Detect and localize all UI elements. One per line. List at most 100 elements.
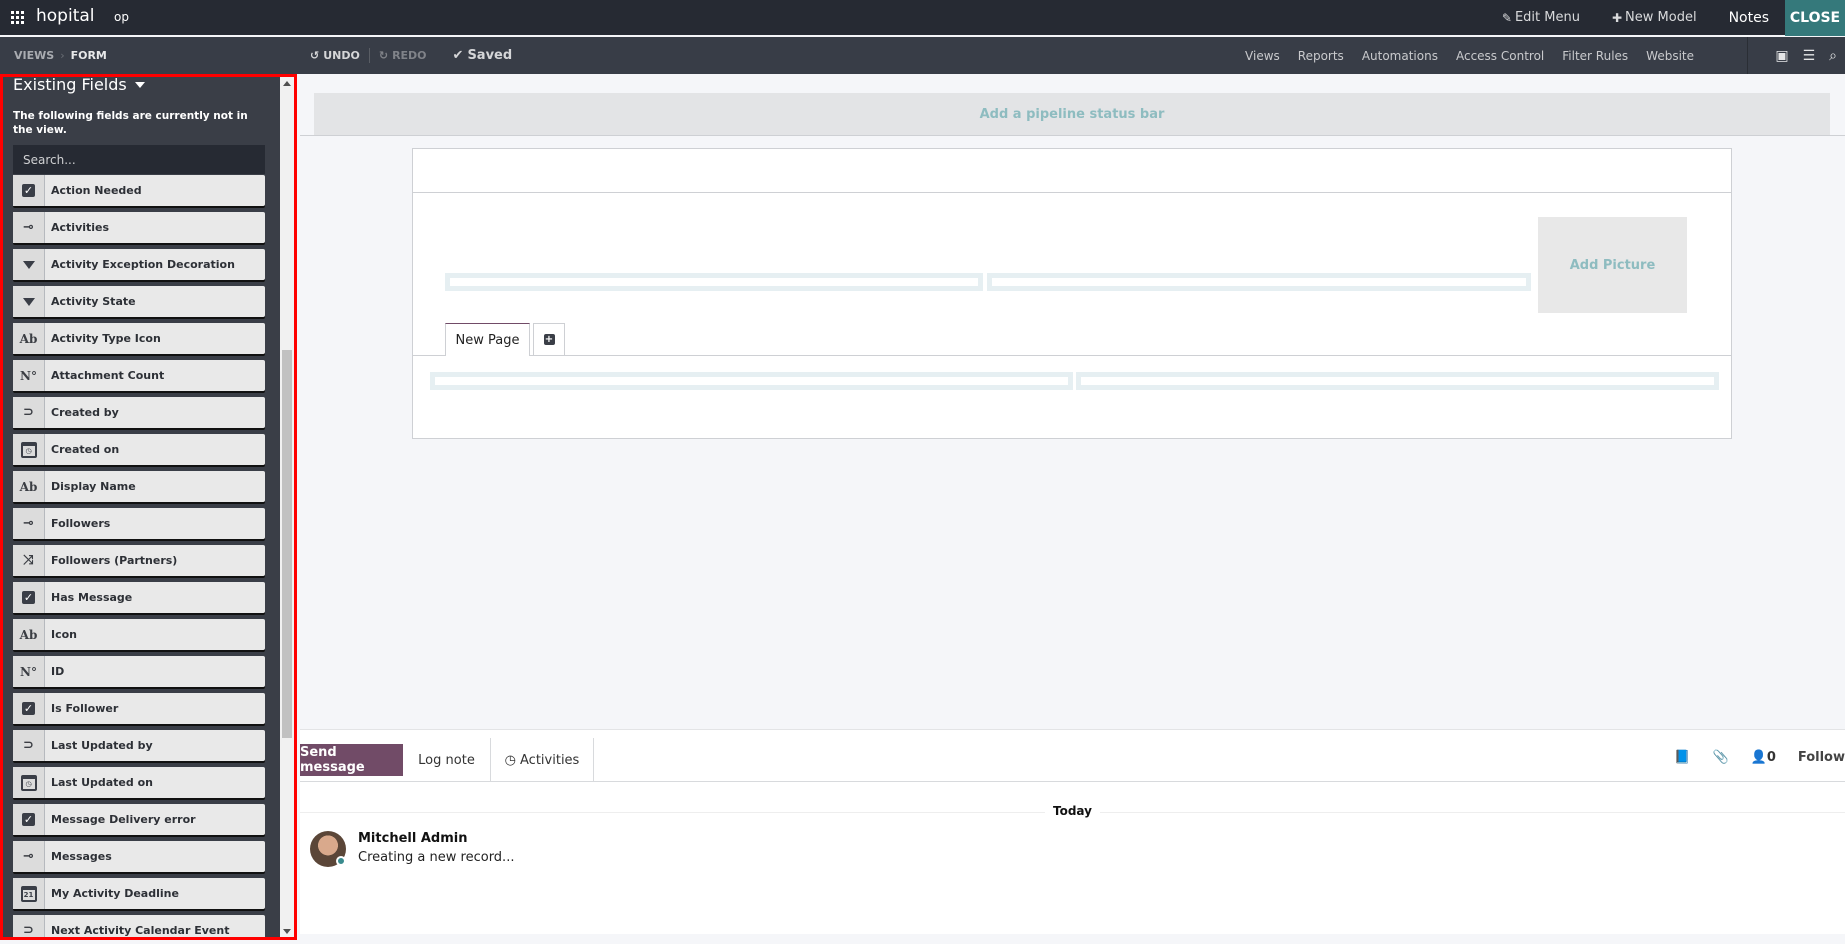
date-separator: Today — [1045, 804, 1100, 818]
field-item[interactable]: ⊸ Activities — [13, 212, 265, 243]
scrollbar-thumb[interactable] — [282, 350, 292, 738]
field-dropzone[interactable] — [445, 273, 983, 291]
nav-views[interactable]: Views — [1236, 49, 1289, 63]
notes-button[interactable]: Notes — [1713, 0, 1785, 35]
follow-button[interactable]: Follow — [1798, 750, 1845, 765]
app-title[interactable]: hopital — [36, 6, 95, 26]
breadcrumb: VIEWS › FORM — [14, 49, 107, 62]
field-label: Activity State — [51, 295, 136, 308]
breadcrumb-form: FORM — [70, 49, 107, 62]
chatter: Send message Log note ◷ Activities 📘 📎 👤… — [300, 729, 1845, 934]
online-status-icon — [336, 856, 346, 866]
field-item[interactable]: ✓ Message Delivery error — [13, 804, 265, 835]
field-item[interactable]: ⊸ Messages — [13, 841, 265, 872]
field-label: Created on — [51, 443, 120, 456]
field-item[interactable]: Activity State — [13, 286, 265, 317]
nav-automations[interactable]: Automations — [1353, 49, 1447, 63]
redo-button[interactable]: ↻ REDO — [379, 49, 427, 62]
one2many-icon: ⊸ — [13, 508, 45, 539]
field-label: Has Message — [51, 591, 133, 604]
divider — [300, 781, 1845, 782]
field-label: ID — [51, 665, 65, 678]
redo-icon: ↻ — [378, 49, 389, 62]
nav-reports[interactable]: Reports — [1289, 49, 1353, 63]
existing-fields-toggle[interactable]: Existing Fields — [13, 75, 145, 94]
field-item[interactable]: 21 My Activity Deadline — [13, 878, 265, 909]
clock-icon: ◷ — [504, 752, 517, 768]
integer-icon: N° — [13, 656, 45, 687]
existing-fields-sidebar: Existing Fields The following fields are… — [0, 74, 297, 940]
field-item[interactable]: ⊃ Last Updated by — [13, 730, 265, 761]
knowledge-book-icon[interactable]: 📘 — [1674, 750, 1690, 765]
add-pipeline-status-bar[interactable]: Add a pipeline status bar — [314, 93, 1830, 135]
close-button[interactable]: CLOSE — [1785, 0, 1845, 36]
field-item[interactable]: ✓ Is Follower — [13, 693, 265, 724]
selection-icon — [13, 286, 45, 317]
text-icon: Ab — [13, 619, 45, 650]
field-search-input[interactable] — [13, 145, 265, 174]
field-item[interactable]: Ab Display Name — [13, 471, 265, 502]
field-item[interactable]: N° ID — [13, 656, 265, 687]
scroll-down-icon[interactable] — [283, 929, 291, 934]
field-dropzone[interactable] — [430, 372, 1073, 390]
divider — [413, 192, 1731, 193]
tab-new-page[interactable]: New Page — [445, 323, 530, 356]
field-item[interactable]: ✓ Action Needed — [13, 175, 265, 206]
list-view-icon[interactable]: ☰ — [1803, 48, 1816, 64]
add-tab-button[interactable]: + — [533, 323, 565, 355]
field-item[interactable]: ✓ Has Message — [13, 582, 265, 613]
field-dropzone[interactable] — [1076, 372, 1719, 390]
edit-menu-label: Edit Menu — [1514, 10, 1580, 25]
field-item[interactable]: ⊃ Next Activity Calendar Event — [13, 915, 265, 937]
field-label: Last Updated on — [51, 776, 153, 789]
sidebar-title: Existing Fields — [13, 75, 127, 94]
field-item[interactable]: Ab Activity Type Icon — [13, 323, 265, 354]
search-icon[interactable]: ⌕ — [1829, 48, 1837, 64]
new-model-button[interactable]: ✚ New Model — [1596, 0, 1713, 35]
field-label: Icon — [51, 628, 78, 641]
followers-button[interactable]: 👤0 — [1751, 750, 1776, 765]
paperclip-icon[interactable]: 📎 — [1712, 750, 1728, 765]
follower-count: 0 — [1766, 750, 1776, 765]
nav-filter-rules[interactable]: Filter Rules — [1553, 49, 1637, 63]
undo-icon: ↺ — [310, 49, 320, 62]
apps-menu-icon[interactable] — [11, 11, 24, 24]
field-label: Display Name — [51, 480, 136, 493]
scroll-up-icon[interactable] — [283, 81, 291, 86]
message-body: Creating a new record... — [358, 850, 515, 865]
field-item[interactable]: N° Attachment Count — [13, 360, 265, 391]
edit-menu-button[interactable]: ✎ Edit Menu — [1486, 0, 1596, 35]
checkbox-icon: ✓ — [13, 693, 45, 724]
one2many-icon: ⊸ — [13, 212, 45, 243]
new-model-label: New Model — [1625, 10, 1697, 25]
breadcrumb-views[interactable]: VIEWS — [14, 49, 54, 62]
checkbox-icon: ✓ — [13, 582, 45, 613]
nav-website[interactable]: Website — [1637, 49, 1703, 63]
field-label: Followers (Partners) — [51, 554, 178, 567]
add-picture-button[interactable]: Add Picture — [1538, 217, 1687, 313]
activities-button[interactable]: ◷ Activities — [490, 738, 594, 782]
send-message-button[interactable]: Send message — [300, 744, 403, 776]
caret-down-icon — [134, 81, 145, 88]
field-item[interactable]: ⊃ Created by — [13, 397, 265, 428]
text-icon: Ab — [13, 323, 45, 354]
field-dropzone[interactable] — [987, 273, 1531, 291]
selection-icon — [13, 249, 45, 280]
field-item[interactable]: ◷ Created on — [13, 434, 265, 465]
log-note-button[interactable]: Log note — [403, 738, 490, 782]
field-label: Created by — [51, 406, 119, 419]
nav-access-control[interactable]: Access Control — [1447, 49, 1553, 63]
field-label: My Activity Deadline — [51, 887, 179, 900]
scrollbar[interactable] — [280, 77, 294, 937]
field-item[interactable]: ⊸ Followers — [13, 508, 265, 539]
form-sheet: Add Picture New Page + — [412, 148, 1732, 439]
field-item[interactable]: ◷ Last Updated on — [13, 767, 265, 798]
undo-button[interactable]: ↺ UNDO — [310, 49, 360, 62]
menu-item-op[interactable]: op — [114, 10, 129, 24]
message-author[interactable]: Mitchell Admin — [358, 831, 467, 846]
many2one-icon: ⊃ — [13, 397, 45, 428]
field-item[interactable]: Ab Icon — [13, 619, 265, 650]
form-view-icon[interactable]: ▣ — [1775, 48, 1788, 64]
field-item[interactable]: Activity Exception Decoration — [13, 249, 265, 280]
field-item[interactable]: ⤨ Followers (Partners) — [13, 545, 265, 576]
